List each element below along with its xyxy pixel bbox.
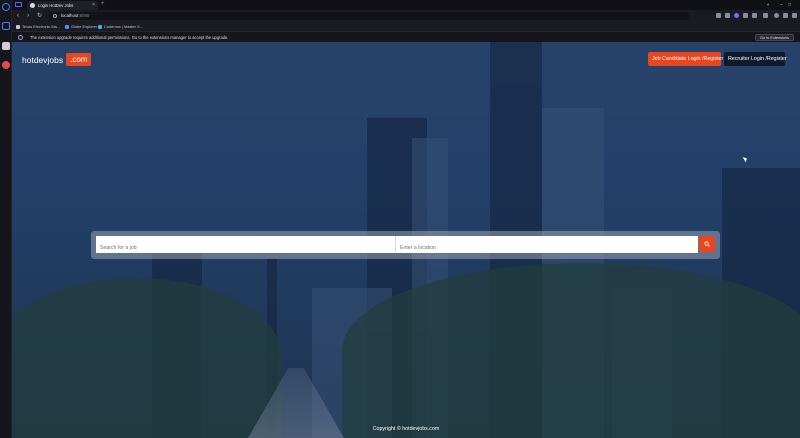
job-candidate-login-button[interactable]: Job Candidate Login /Register [648,52,723,66]
recruiter-login-button[interactable]: Recruiter Login /Register [724,52,787,66]
minimize-icon[interactable]: – [780,1,783,9]
play-icon[interactable] [743,13,748,18]
tree-canopy [342,263,800,438]
tree-canopy [12,278,282,438]
site-info-icon[interactable] [53,14,57,18]
go-to-extensions-button[interactable]: Go to Extensions [755,34,794,41]
logo-name: hotdevjobs [22,54,64,65]
bookmarks-bar: Texas Electronic Ma... Globe Explorer Co… [12,22,800,31]
extension-icon[interactable] [734,13,739,18]
address-toolbar: ‹ › ↻ localhost:8080 [12,10,800,22]
url-text: localhost:8080 [61,13,90,18]
maximize-icon[interactable]: □ [788,1,791,9]
extension-notice-bar: The extension upgrade requires additiona… [12,31,800,42]
bookmark-item[interactable]: Coderrow | Master S... [98,22,143,31]
forward-icon[interactable]: › [27,12,29,20]
back-icon[interactable]: ‹ [17,12,19,20]
logo-suffix-badge: .com [66,53,92,66]
download-icon[interactable] [763,13,768,18]
search-icon [704,241,710,247]
profile-icon[interactable] [774,13,779,18]
job-search-field [96,236,396,257]
browser-sidebar [0,0,12,438]
close-tab-icon[interactable]: × [92,1,95,10]
bookmark-favicon-icon [16,24,20,29]
home-icon[interactable] [2,22,10,30]
location-input[interactable] [396,239,698,257]
bookmark-icon[interactable] [752,13,757,18]
footer-copyright: Copyright © hotdevjobs.com [372,426,440,432]
extension-icon[interactable] [716,13,721,18]
bookmark-item[interactable]: Globe Explorer [65,22,97,31]
bookmark-item[interactable]: Texas Electronic Ma... [16,22,60,31]
bookmark-favicon-icon [98,24,102,29]
hero-section: hotdevjobs .com Job Candidate Login /Reg… [12,42,800,438]
job-search-input[interactable] [96,239,395,257]
tab-favicon-icon [30,3,35,8]
tab-strip: Login HotDev Jobs × + ◐ – □ [12,0,800,10]
extension-panel-icon[interactable] [2,42,10,50]
tab-title: Login HotDev Jobs [38,3,74,8]
location-field [396,236,698,257]
info-icon [18,35,23,40]
new-tab-icon[interactable]: + [101,0,105,9]
settings-menu-icon[interactable] [792,13,797,18]
bookmark-label: Texas Electronic Ma... [22,24,61,29]
active-tab[interactable]: Login HotDev Jobs × [27,1,98,10]
bookmark-label: Coderrow | Master S... [104,24,143,29]
extension-icon[interactable] [725,13,730,18]
workspaces-icon[interactable] [15,2,22,7]
menu-icon[interactable] [2,3,10,11]
account-icon[interactable]: ◐ [767,1,770,9]
site-logo[interactable]: hotdevjobs .com [22,53,92,66]
bookmark-label: Globe Explorer [71,24,97,29]
wallet-icon[interactable] [783,13,788,18]
search-panel [91,231,720,259]
search-button[interactable] [699,236,715,252]
app-shortcut-icon[interactable] [2,61,10,69]
reload-icon[interactable]: ↻ [37,12,42,20]
address-field[interactable]: localhost:8080 [49,12,689,20]
mouse-cursor-icon [742,155,749,163]
bookmark-favicon-icon [65,24,69,29]
